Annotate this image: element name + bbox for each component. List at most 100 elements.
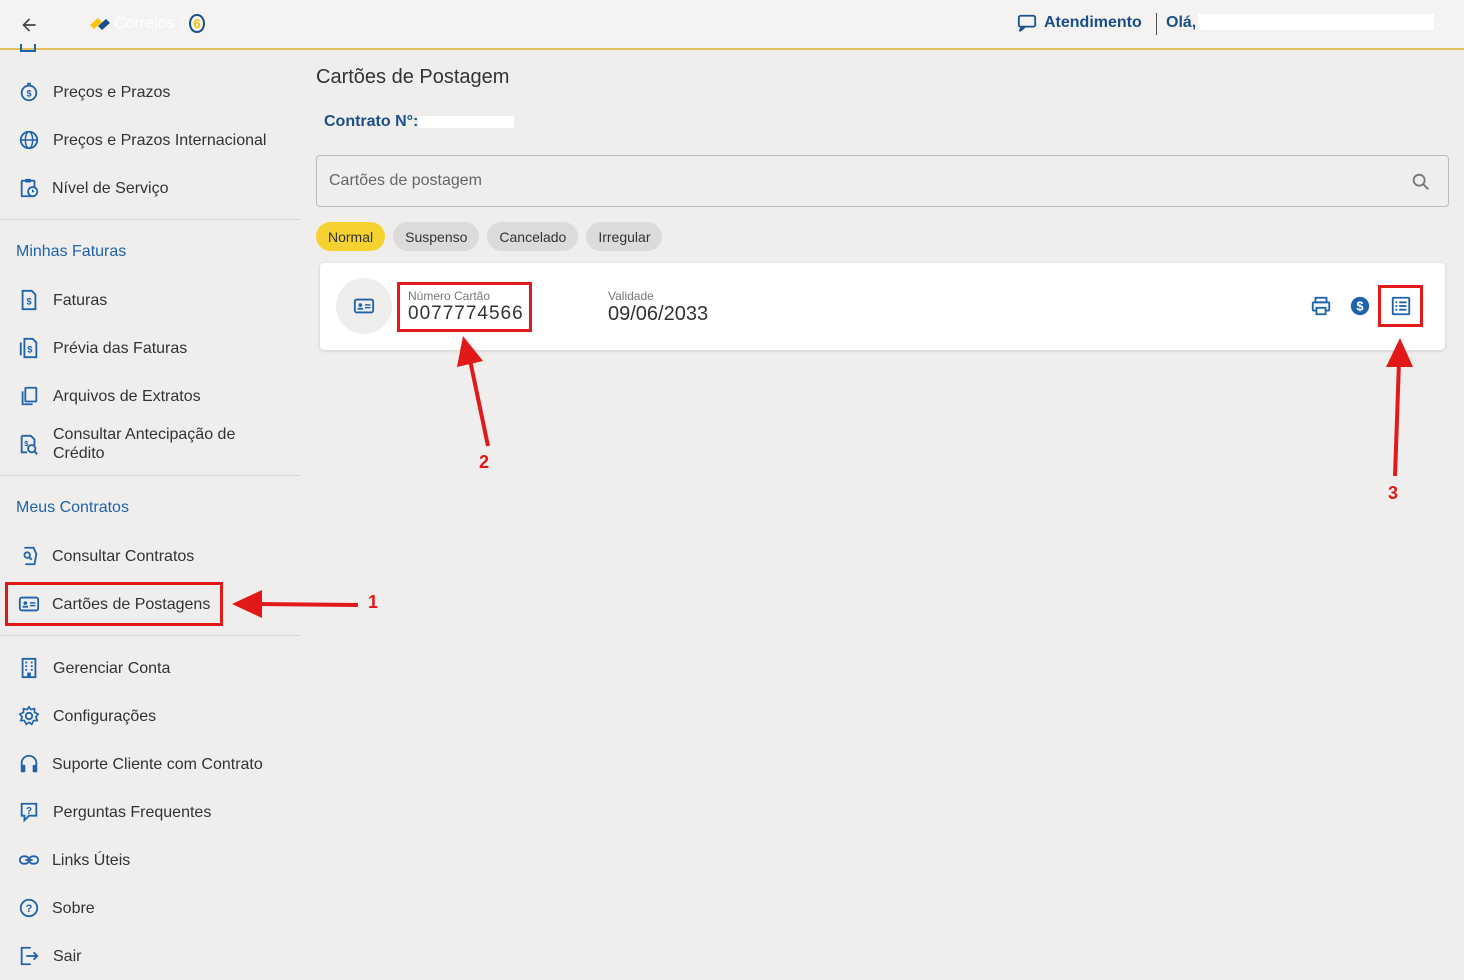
svg-text:?: ? [26,806,32,817]
sidebar-item-antecipacao-credito[interactable]: $ Consultar Antecipação de Crédito [0,424,300,464]
search-icon[interactable] [1410,171,1432,193]
filter-chip-cancelado[interactable]: Cancelado [487,222,579,251]
chat-icon [1017,14,1037,32]
sidebar-item-previa-faturas[interactable]: $ Prévia das Faturas [0,336,300,360]
sidebar-item-precos-prazos[interactable]: $ Preços e Prazos [0,80,300,104]
globe-icon [18,129,40,151]
svg-text:$: $ [24,439,28,448]
svg-text:$: $ [1356,299,1363,314]
annotation-number-2: 2 [479,452,490,472]
annotation-number-1: 1 [368,592,379,612]
sidebar-item-label: Nível de Serviço [52,179,169,197]
sidebar-item-label: Suporte Cliente com Contrato [52,755,263,773]
link-icon [18,849,40,871]
header-divider [1156,13,1157,35]
filter-chip-irregular[interactable]: Irregular [586,222,663,251]
sidebar-item-label: Preços e Prazos [53,83,171,101]
logo-text: Correios [114,15,175,32]
search-box [316,155,1449,207]
sidebar-item-configuracoes[interactable]: Configurações [0,704,300,728]
sidebar-item-label: Sobre [52,899,95,917]
top-bar: Correios 36 Atendimento Olá, [0,0,1464,50]
atendimento-link[interactable]: Atendimento [1016,13,1142,33]
partial-item-icon [20,44,36,52]
sidebar-item-links-uteis[interactable]: Links Úteis [0,848,300,872]
dollar-circle-icon: $ [1350,296,1370,316]
sidebar-item-suporte[interactable]: Suporte Cliente com Contrato [0,752,300,776]
sidebar-divider [0,635,300,636]
svg-text:$: $ [26,89,31,99]
sidebar-item-label: Perguntas Frequentes [53,803,212,821]
sidebar-item-label: Consultar Contratos [52,547,195,565]
sidebar-item-label: Preços e Prazos Internacional [53,131,267,149]
section-minhas-faturas: Minhas Faturas [16,243,127,260]
sidebar-item-label: Arquivos de Extratos [53,387,201,405]
user-greeting[interactable]: Olá, [1166,14,1196,32]
user-name-redacted [1198,14,1434,30]
annotation-arrow-2 [457,336,490,447]
sidebar-item-nivel-servico[interactable]: Nível de Serviço [0,176,300,200]
svg-text:?: ? [26,903,33,915]
invoice-preview-icon: $ [18,337,40,359]
contract-label: Contrato N°: [324,113,419,130]
sidebar-item-sobre[interactable]: ? Sobre [0,896,300,920]
annotation-highlight-box-2 [397,282,532,332]
status-filter-chips: Normal Suspenso Cancelado Irregular [316,222,663,251]
logout-icon [18,945,40,967]
annotation-arrow-3 [1386,338,1413,477]
sidebar-item-arquivos-extratos[interactable]: Arquivos de Extratos [0,384,300,408]
correios-logo-icon [90,18,110,30]
id-card-icon [353,298,375,314]
dollar-stopwatch-icon: $ [18,81,40,103]
sidebar-item-label: Links Úteis [52,851,131,869]
sidebar-divider [0,219,300,220]
sidebar-item-label: Consultar Antecipação de [53,426,236,443]
sidebar-item-label: Faturas [53,291,108,309]
filter-chip-normal[interactable]: Normal [316,222,386,251]
sidebar-item-label-line2: Crédito [53,445,105,462]
sidebar-item-sair[interactable]: Sair [0,944,300,968]
search-dollar-icon: $ [18,434,40,456]
sidebar-item-label: Gerenciar Conta [53,659,171,677]
logo-number: 36 [180,14,205,33]
atendimento-label: Atendimento [1044,14,1142,31]
sidebar-item-label: Configurações [53,707,157,725]
sidebar: $ Preços e Prazos Preços e Prazos Intern… [0,44,300,980]
clipboard-clock-icon [18,177,40,199]
annotation-highlight-box-3 [1378,285,1423,327]
back-button[interactable] [16,12,42,38]
headset-icon [18,753,40,775]
files-icon [18,385,40,407]
gear-icon [18,705,40,727]
page-title: Cartões de Postagem [316,66,510,88]
sidebar-item-perguntas-frequentes[interactable]: ? Perguntas Frequentes [0,800,300,824]
sidebar-item-precos-internacional[interactable]: Preços e Prazos Internacional [0,128,300,152]
annotation-highlight-box-1 [5,582,223,626]
invoice-icon: $ [18,289,40,311]
arrow-left-icon [22,18,36,32]
print-button[interactable] [1308,293,1334,319]
svg-text:$: $ [26,297,31,307]
sidebar-item-consultar-contratos[interactable]: Consultar Contratos [0,544,300,568]
sidebar-item-gerenciar-conta[interactable]: Gerenciar Conta [0,656,300,680]
card-validity-label: Validade [608,289,654,303]
section-meus-contratos: Meus Contratos [16,499,129,516]
help-circle-icon: ? [18,897,40,919]
printer-icon [1311,296,1331,316]
annotation-number-3: 3 [1388,483,1399,503]
sidebar-item-faturas[interactable]: $ Faturas [0,288,300,312]
question-chat-icon: ? [18,801,40,823]
sidebar-item-label: Sair [53,947,82,965]
sidebar-item-label: Prévia das Faturas [53,339,188,357]
contract-search-icon [18,545,40,567]
filter-chip-suspenso[interactable]: Suspenso [393,222,480,251]
svg-text:$: $ [27,345,32,355]
sidebar-divider [0,475,300,476]
correios-logo[interactable]: Correios 36 [88,10,205,38]
card-validity-value: 09/06/2033 [608,303,709,325]
contract-number-redacted [418,116,514,128]
search-input[interactable] [329,170,1409,192]
card-avatar [336,278,392,334]
billing-button[interactable]: $ [1347,293,1373,319]
building-icon [18,657,40,679]
